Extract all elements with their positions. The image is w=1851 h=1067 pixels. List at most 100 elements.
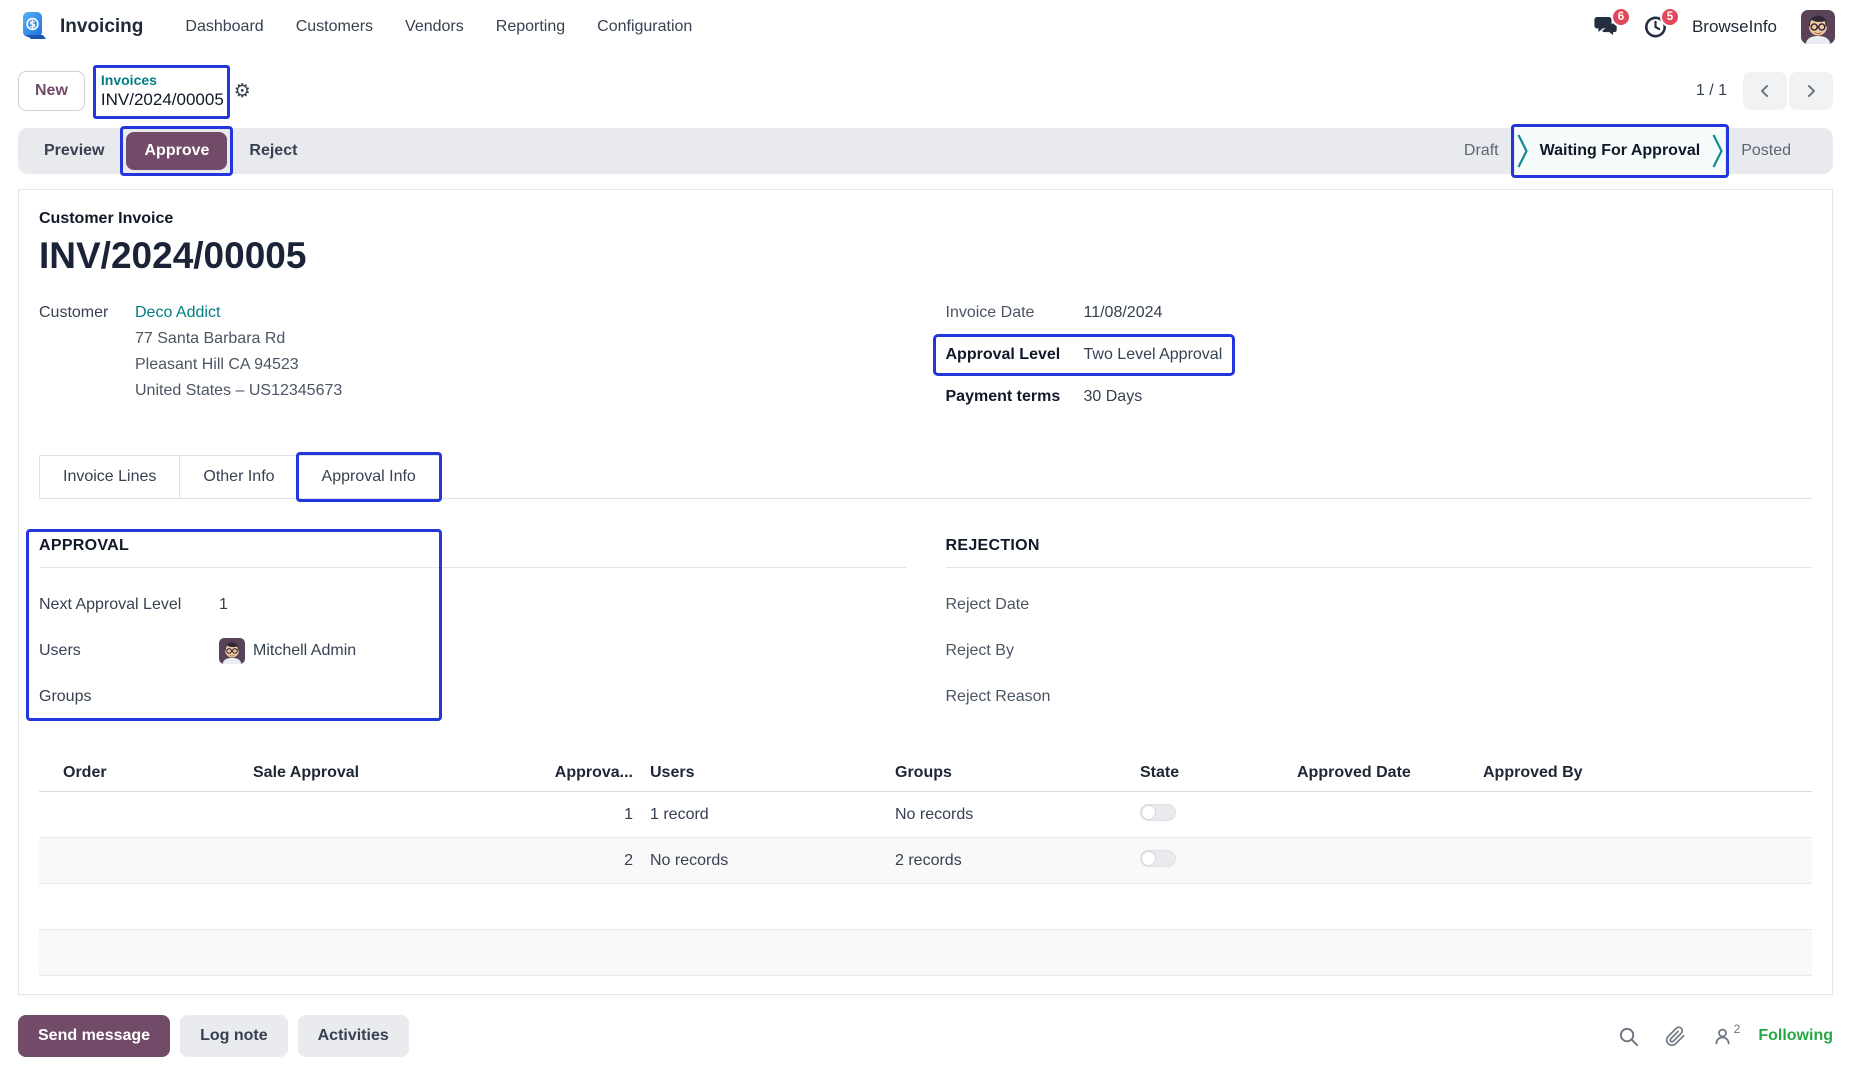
notebook-tabs: Invoice Lines Other Info Approval Info [39,455,1812,499]
reject-button[interactable]: Reject [235,132,311,170]
menu-item-customers[interactable]: Customers [284,12,385,42]
record-action-buttons: Preview Approve Reject [30,132,311,170]
activities-clock-icon[interactable]: 5 [1643,15,1668,39]
gear-icon[interactable]: ⚙ [234,80,251,103]
tab-other-info[interactable]: Other Info [179,455,298,498]
invoice-date-label: Invoice Date [946,300,1084,326]
column-sale-approval: Sale Approval [229,764,529,782]
breadcrumb-current-record: INV/2024/00005 [101,90,224,110]
status-posted[interactable]: Posted [1725,142,1807,160]
action-status-bar: Preview Approve Reject Draft Waiting For… [18,128,1833,174]
state-cell [1127,804,1284,825]
reject-by-label: Reject By [946,642,1126,660]
approval-level-annotated: Approval Level Two Level Approval [946,342,1223,368]
followers-icon[interactable]: 2 [1712,1026,1741,1047]
state-toggle[interactable] [1140,850,1176,867]
column-state: State [1127,764,1284,782]
pager-count: 1 / 1 [1696,82,1727,100]
invoice-form-sheet: Customer Invoice INV/2024/00005 Customer… [18,189,1833,995]
state-cell [1127,850,1284,871]
status-waiting-label: Waiting For Approval [1528,142,1713,160]
approval-info-panel: APPROVAL Next Approval Level 1 Users [39,537,1812,730]
breadcrumb: Invoices INV/2024/00005 [101,72,224,110]
activities-button[interactable]: Activities [298,1015,409,1057]
customer-link[interactable]: Deco Addict [135,304,220,321]
payment-terms-label: Payment terms [946,384,1084,410]
user-tag-avatar [219,638,245,664]
users-value-name: Mitchell Admin [253,642,356,660]
menu-item-dashboard[interactable]: Dashboard [173,12,275,42]
send-message-button[interactable]: Send message [18,1015,170,1057]
state-toggle[interactable] [1140,804,1176,821]
next-approval-level-row: Next Approval Level 1 [39,592,906,618]
next-approval-level-label: Next Approval Level [39,596,219,614]
tab-approval-info[interactable]: Approval Info [298,455,440,498]
table-row[interactable]: 2 No records 2 records [39,838,1812,884]
chatter-bar: Send message Log note Activities 2 Follo… [18,1015,1833,1057]
table-row-empty [39,884,1812,930]
reject-reason-row: Reject Reason [946,684,1813,710]
groups-label: Groups [39,688,219,706]
approve-button[interactable]: Approve [126,132,227,170]
top-navbar: $ Invoicing Dashboard Customers Vendors … [0,0,1851,54]
followers-count: 2 [1734,1022,1741,1036]
invoice-date-value[interactable]: 11/08/2024 [1084,300,1163,326]
search-messages-icon[interactable] [1618,1026,1639,1047]
user-menu[interactable]: BrowseInfo [1692,17,1777,37]
invoice-header-fields: Customer Deco Addict 77 Santa Barbara Rd… [39,300,1812,426]
status-draft[interactable]: Draft [1448,142,1515,160]
breadcrumb-invoices-link[interactable]: Invoices [101,72,224,89]
menu-item-configuration[interactable]: Configuration [585,12,704,42]
groups-cell: No records [882,806,1127,824]
app-name[interactable]: Invoicing [60,16,143,38]
approval-level-value[interactable]: Two Level Approval [1084,342,1223,368]
column-approval-level: Approva... [529,764,637,782]
approval-group: APPROVAL Next Approval Level 1 Users [39,537,906,730]
payment-terms-value[interactable]: 30 Days [1084,384,1143,410]
control-panel: New Invoices INV/2024/00005 ⚙ 1 / 1 [0,54,1851,128]
approval-lines-table: Order Sale Approval Approva... Users Gro… [39,754,1812,976]
users-label: Users [39,642,219,660]
table-row-empty [39,930,1812,976]
customer-value-block: Deco Addict 77 Santa Barbara Rd Pleasant… [135,300,342,404]
approval-level-row: Approval Level Two Level Approval [946,342,1813,368]
rejection-group: REJECTION Reject Date Reject By Reject R… [946,537,1813,730]
invoice-date-row: Invoice Date 11/08/2024 [946,300,1813,326]
document-type-label: Customer Invoice [39,210,1812,228]
status-pipeline: Draft Waiting For Approval Posted [1448,128,1807,174]
tab-invoice-lines[interactable]: Invoice Lines [39,455,180,498]
reject-by-row: Reject By [946,638,1813,664]
table-row[interactable]: 1 1 record No records [39,792,1812,838]
pager-next-button[interactable] [1789,72,1833,110]
messages-icon[interactable]: 6 [1593,15,1619,39]
following-button[interactable]: Following [1758,1027,1833,1045]
status-waiting-for-approval[interactable]: Waiting For Approval [1515,128,1726,174]
reject-reason-label: Reject Reason [946,688,1126,706]
approval-level-cell: 2 [529,852,637,870]
log-note-button[interactable]: Log note [180,1015,288,1057]
users-value[interactable]: Mitchell Admin [219,638,356,664]
reject-date-label: Reject Date [946,596,1126,614]
menu-item-vendors[interactable]: Vendors [393,12,476,42]
reject-date-row: Reject Date [946,592,1813,618]
column-approved-by: Approved By [1470,764,1812,782]
attachment-paperclip-icon[interactable] [1665,1026,1686,1047]
customer-field-label: Customer [39,300,135,404]
activities-badge: 5 [1660,7,1680,27]
column-approved-date: Approved Date [1284,764,1470,782]
main-menu: Dashboard Customers Vendors Reporting Co… [173,12,704,42]
preview-button[interactable]: Preview [30,132,118,170]
messages-badge: 6 [1611,7,1631,27]
user-avatar[interactable] [1801,10,1835,44]
pager-previous-button[interactable] [1743,72,1787,110]
invoicing-app-icon[interactable]: $ [16,11,50,43]
approval-group-title: APPROVAL [39,537,906,568]
navbar-left: $ Invoicing Dashboard Customers Vendors … [16,11,704,43]
next-approval-level-value[interactable]: 1 [219,596,228,614]
column-users: Users [637,764,882,782]
payment-terms-row: Payment terms 30 Days [946,384,1813,410]
new-button[interactable]: New [18,71,85,111]
table-header-row: Order Sale Approval Approva... Users Gro… [39,754,1812,792]
customer-address-line: 77 Santa Barbara Rd [135,326,342,352]
menu-item-reporting[interactable]: Reporting [484,12,577,42]
